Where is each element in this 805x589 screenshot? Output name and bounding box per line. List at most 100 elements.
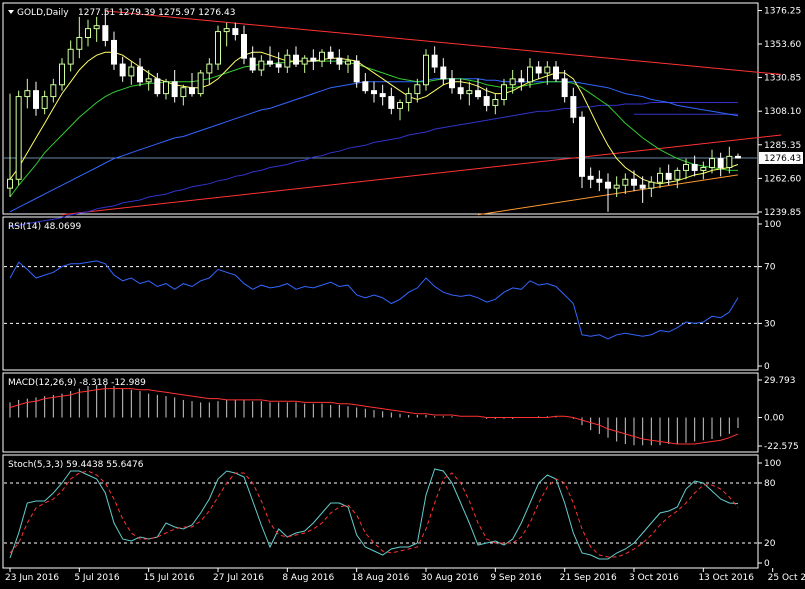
- x-axis-tick-label: 21 Sep 2016: [560, 573, 617, 583]
- stoch-panel-title: Stoch(5,3,3) 59.4438 55.6476: [8, 460, 144, 470]
- rsi-line: [9, 260, 739, 340]
- candle-body: [24, 90, 31, 98]
- rsi-panel-frame: [2, 216, 759, 371]
- support-trendline[interactable]: [61, 134, 782, 216]
- chart-canvas[interactable]: 1376.25 1353.60 1330.85 1308.10 1285.35 1262.…: [0, 0, 805, 589]
- candle-body: [423, 54, 429, 86]
- stoch-signal-line: [9, 470, 739, 558]
- candle-body: [397, 101, 403, 109]
- candle-body: [102, 25, 109, 41]
- candle-body: [189, 87, 195, 95]
- price-axis-tick-label: 1239.85: [764, 208, 801, 218]
- candle-body: [475, 90, 481, 98]
- candle-body: [249, 57, 256, 71]
- candle-body: [85, 28, 91, 38]
- rsi-panel[interactable]: 100 70 30 0: [4, 220, 781, 372]
- ma-fast-line: [9, 51, 739, 185]
- candle-body: [336, 57, 343, 65]
- candle-body: [648, 181, 655, 189]
- price-axis-tick-label: 1376.25: [764, 7, 801, 17]
- stoch-axis-tick-label: 0: [764, 559, 770, 569]
- candle-body: [674, 169, 681, 180]
- candle-body: [501, 84, 507, 101]
- price-axis-tick-label: 1330.85: [764, 74, 801, 84]
- rsi-axis-tick-label: 100: [764, 220, 781, 230]
- candle-body: [241, 34, 247, 59]
- candle-body: [59, 63, 65, 86]
- candle-body: [223, 28, 230, 33]
- candle-body: [388, 96, 395, 109]
- x-axis-tick-label: 8 Aug 2016: [282, 573, 334, 583]
- candle-body: [561, 78, 568, 98]
- candle-body: [206, 63, 213, 74]
- candle-body: [197, 72, 204, 95]
- candle-body: [587, 175, 594, 180]
- candle-body: [709, 158, 715, 168]
- stoch-axis-tick-label: 100: [764, 459, 781, 469]
- candle-body: [327, 51, 334, 59]
- candle-body: [41, 96, 48, 109]
- candle-body: [67, 48, 74, 65]
- candle-body: [613, 184, 620, 189]
- candle-body: [440, 66, 447, 80]
- x-axis-tick-label: 13 Oct 2016: [698, 573, 754, 583]
- candle-body: [570, 96, 577, 118]
- main-panel-title: GOLD,Daily: [17, 8, 69, 18]
- x-axis-tick-label: 27 Jul 2016: [213, 573, 264, 583]
- rsi-axis-tick-label: 30: [764, 319, 776, 329]
- price-axis-tick-label: 1285.35: [764, 141, 801, 151]
- x-axis-tick-label: 25 Oct 2016: [768, 573, 805, 583]
- candle-body: [527, 66, 533, 83]
- candle-body: [622, 178, 629, 186]
- candle-body: [405, 93, 412, 103]
- stoch-axis-tick-label: 80: [764, 479, 776, 489]
- candle-body: [180, 87, 187, 98]
- price-axis-tick-label: 1308.10: [764, 107, 801, 117]
- x-axis-tick-label: 5 Jul 2016: [74, 573, 119, 583]
- candle-body: [631, 178, 637, 186]
- macd-panel-title: MACD(12,26,9) -8.318 -12.989: [8, 378, 146, 388]
- candle-body: [492, 99, 499, 106]
- candle-body: [33, 90, 39, 109]
- candle-body: [700, 166, 707, 171]
- candle-body: [414, 84, 421, 95]
- candle-body: [137, 66, 143, 83]
- macd-axis-tick-label: 0.00: [764, 414, 784, 424]
- candle-body: [683, 164, 689, 171]
- candle-body: [319, 51, 325, 62]
- candle-body: [579, 116, 585, 177]
- candle-body: [15, 96, 22, 180]
- main-panel-ohlc: 1277.51 1279.39 1275.97 1276.43: [78, 8, 235, 18]
- x-axis-tick-label: 15 Jul 2016: [144, 573, 195, 583]
- rsi-axis-tick-label: 70: [764, 263, 776, 273]
- candle-body: [119, 63, 126, 77]
- candle-body: [284, 54, 291, 68]
- candle-body: [93, 25, 100, 30]
- stochastic-panel[interactable]: 100 80 20 0: [4, 459, 781, 569]
- candle-body: [726, 155, 733, 168]
- main-price-panel[interactable]: 1376.25 1353.60 1330.85 1308.10 1285.35 1262.…: [4, 7, 803, 227]
- x-axis-tick-label: 18 Aug 2016: [352, 573, 410, 583]
- candle-body: [76, 36, 83, 50]
- chart-menu-triangle-icon[interactable]: [8, 10, 14, 14]
- candle-body: [145, 78, 152, 83]
- candle-body: [605, 181, 611, 189]
- candle-body: [657, 172, 663, 183]
- candle-body: [50, 84, 57, 98]
- candle-body: [483, 96, 490, 106]
- candle-body: [717, 158, 724, 168]
- candle-body: [128, 66, 135, 77]
- candle-body: [735, 155, 741, 159]
- candle-body: [466, 90, 473, 95]
- candle-body: [215, 31, 221, 65]
- candle-body: [691, 164, 698, 171]
- stoch-axis-tick-label: 20: [764, 539, 776, 549]
- price-axis-tick-label: 1262.60: [764, 174, 801, 184]
- main-panel-frame: [2, 2, 759, 215]
- candle-body: [596, 178, 603, 183]
- candle-body: [449, 78, 455, 89]
- x-axis-tick-label: 3 Oct 2016: [629, 573, 679, 583]
- candle-body: [310, 57, 317, 62]
- candle-body: [379, 93, 386, 98]
- candle-body: [301, 57, 308, 65]
